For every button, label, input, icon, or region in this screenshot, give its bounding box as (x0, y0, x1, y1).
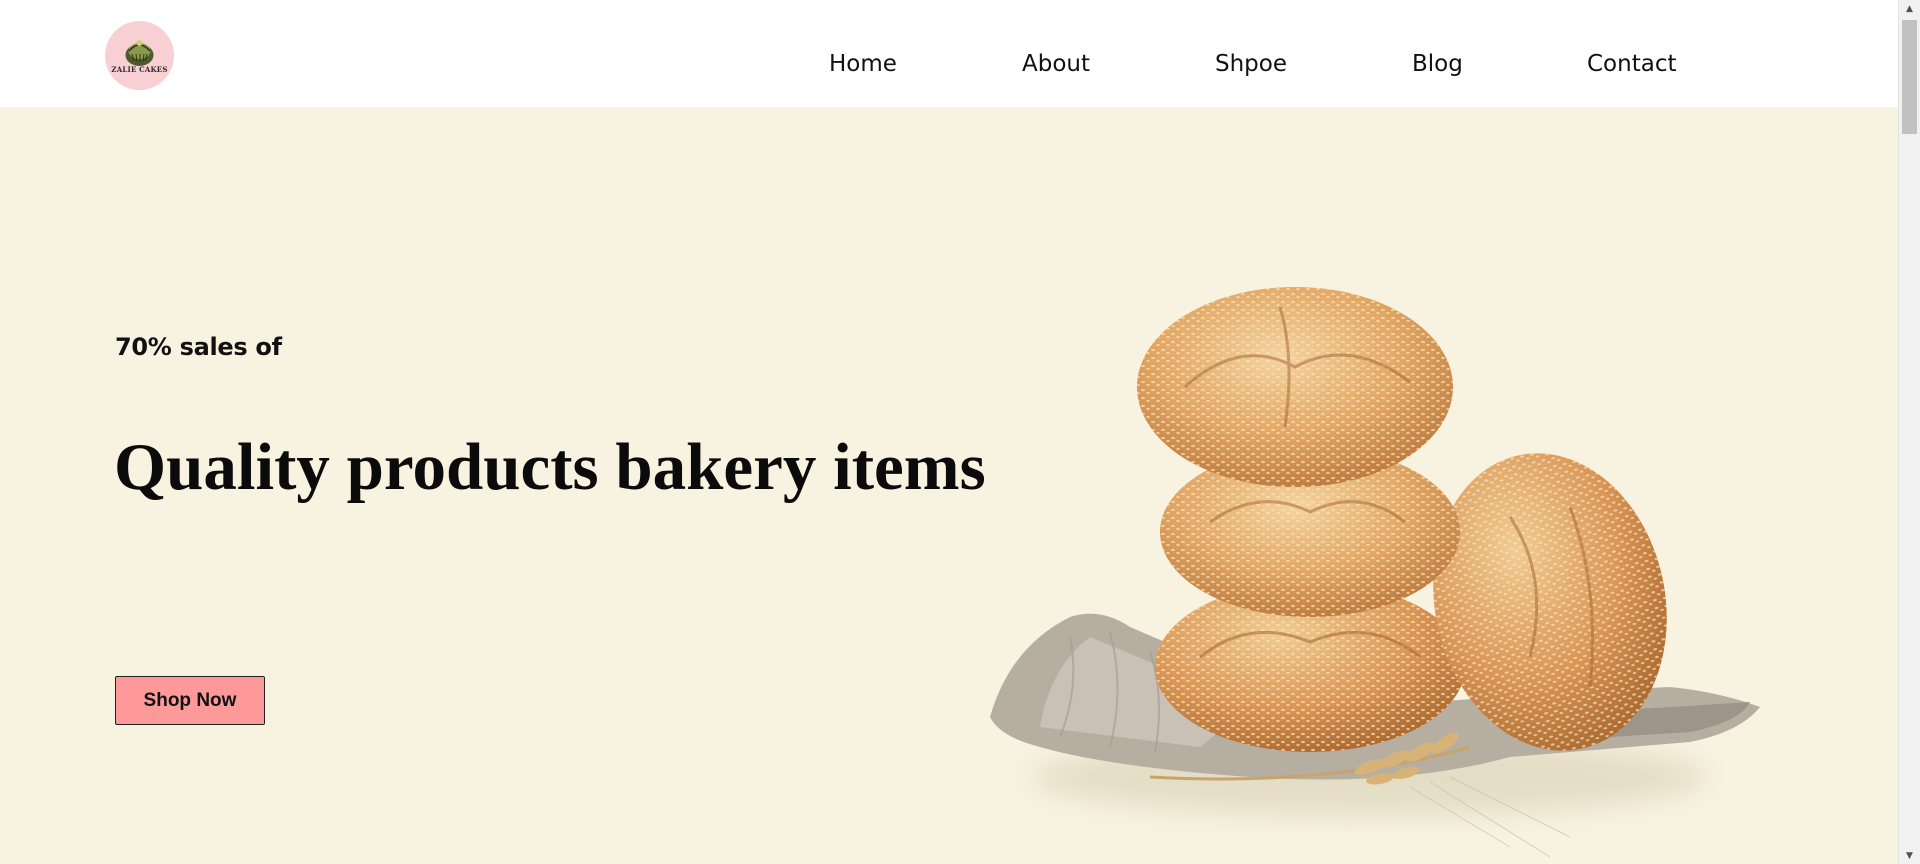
scrollbar[interactable]: ▲ ▼ (1898, 0, 1920, 864)
scroll-thumb[interactable] (1902, 20, 1917, 134)
bread-rolls-image (990, 287, 1760, 858)
nav-contact[interactable]: Contact (1587, 49, 1676, 79)
main-nav: Home About Shpoe Blog Contact (0, 49, 1898, 79)
nav-blog[interactable]: Blog (1412, 49, 1463, 79)
nav-about[interactable]: About (1022, 49, 1090, 79)
nav-home[interactable]: Home (829, 49, 897, 79)
shop-now-button[interactable]: Shop Now (115, 676, 265, 725)
page: ZALIE CAKES Home About Shpoe Blog Contac… (0, 0, 1920, 864)
site-header: ZALIE CAKES Home About Shpoe Blog Contac… (0, 0, 1898, 107)
sale-text: 70% sales of (115, 333, 282, 361)
hero-section: 70% sales of Quality products bakery ite… (0, 107, 1898, 864)
scroll-down-icon[interactable]: ▼ (1899, 847, 1920, 864)
nav-shop[interactable]: Shpoe (1215, 49, 1287, 79)
scroll-up-icon[interactable]: ▲ (1899, 0, 1920, 17)
hero-headline: Quality products bakery items (114, 430, 986, 504)
